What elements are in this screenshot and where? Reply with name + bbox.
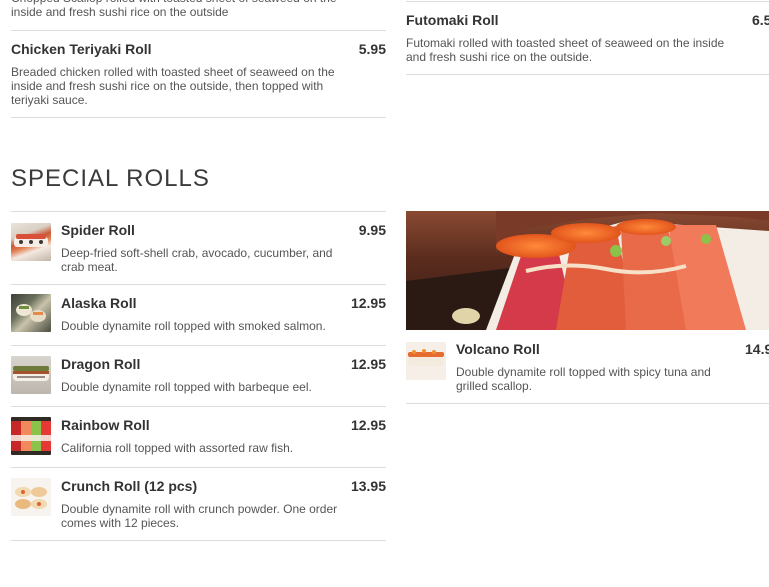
item-desc: Breaded chicken rolled with toasted shee… xyxy=(11,65,335,107)
spider-roll-photo-icon xyxy=(11,223,51,261)
alaska-roll-photo-icon xyxy=(11,294,51,332)
rainbow-roll-photo-icon xyxy=(11,417,51,455)
menu-item-rainbow-roll[interactable]: Rainbow Roll 12.95 California roll toppe… xyxy=(11,416,386,460)
volcano-roll-photo-icon xyxy=(406,342,446,380)
menu-item-alaska-roll[interactable]: Alaska Roll 12.95 Double dynamite roll t… xyxy=(11,294,386,338)
item-desc: Futomaki rolled with toasted sheet of se… xyxy=(406,36,725,64)
item-name: Futomaki Roll xyxy=(406,12,499,28)
item-price: 9.95 xyxy=(358,222,386,238)
item-name: Spider Roll xyxy=(61,222,135,238)
item-price: 12.95 xyxy=(350,417,386,433)
item-name: Crunch Roll (12 pcs) xyxy=(61,478,198,494)
item-price: 14.9 xyxy=(745,341,769,357)
menu-item-crunch-roll[interactable]: Crunch Roll (12 pcs) 13.95 Double dynami… xyxy=(11,477,386,533)
item-desc: Double dynamite roll topped with spicy t… xyxy=(456,365,711,393)
item-name: Volcano Roll xyxy=(456,341,540,357)
item-price: 6.5 xyxy=(752,12,769,28)
menu-item-dragon-roll[interactable]: Dragon Roll 12.95 Double dynamite roll t… xyxy=(11,355,386,399)
item-name: Alaska Roll xyxy=(61,295,137,311)
divider xyxy=(11,30,386,31)
menu-item-futomaki[interactable]: Futomaki Roll 6.5 Futomaki rolled with t… xyxy=(406,11,769,69)
divider xyxy=(11,211,386,212)
item-price: 13.95 xyxy=(350,478,386,494)
divider xyxy=(11,467,386,468)
divider xyxy=(11,345,386,346)
menu-item-chicken-teriyaki[interactable]: Chicken Teriyaki Roll 5.95 Breaded chick… xyxy=(11,40,386,112)
divider xyxy=(11,117,386,118)
item-price: 5.95 xyxy=(358,41,386,57)
item-desc: California roll topped with assorted raw… xyxy=(61,441,294,455)
divider xyxy=(406,74,769,75)
divider xyxy=(11,284,386,285)
divider xyxy=(406,403,769,404)
item-desc: Double dynamite roll topped with smoked … xyxy=(61,319,326,333)
volcano-roll-hero-photo-icon xyxy=(406,211,769,330)
menu-item-spider-roll[interactable]: Spider Roll 9.95 Deep-fried soft-shell c… xyxy=(11,221,386,277)
section-title: SPECIAL ROLLS xyxy=(11,165,210,192)
item-desc: Double dynamite roll with crunch powder.… xyxy=(61,502,338,530)
menu-item-volcano-roll[interactable]: Volcano Roll 14.9 Double dynamite roll t… xyxy=(406,340,769,396)
item-name: Dragon Roll xyxy=(61,356,141,372)
divider xyxy=(11,540,386,541)
item-desc: Deep-fried soft-shell crab, avocado, cuc… xyxy=(61,246,333,274)
item-desc: Double dynamite roll topped with barbequ… xyxy=(61,380,312,394)
item-price: 12.95 xyxy=(350,295,386,311)
divider xyxy=(406,1,769,2)
item-name: Chicken Teriyaki Roll xyxy=(11,41,152,57)
partial-item-desc: Chopped Scallop rolled with toasted shee… xyxy=(11,0,337,19)
item-name: Rainbow Roll xyxy=(61,417,150,433)
item-price: 12.95 xyxy=(350,356,386,372)
divider xyxy=(11,406,386,407)
dragon-roll-photo-icon xyxy=(11,356,51,394)
crunch-roll-photo-icon xyxy=(11,478,51,516)
